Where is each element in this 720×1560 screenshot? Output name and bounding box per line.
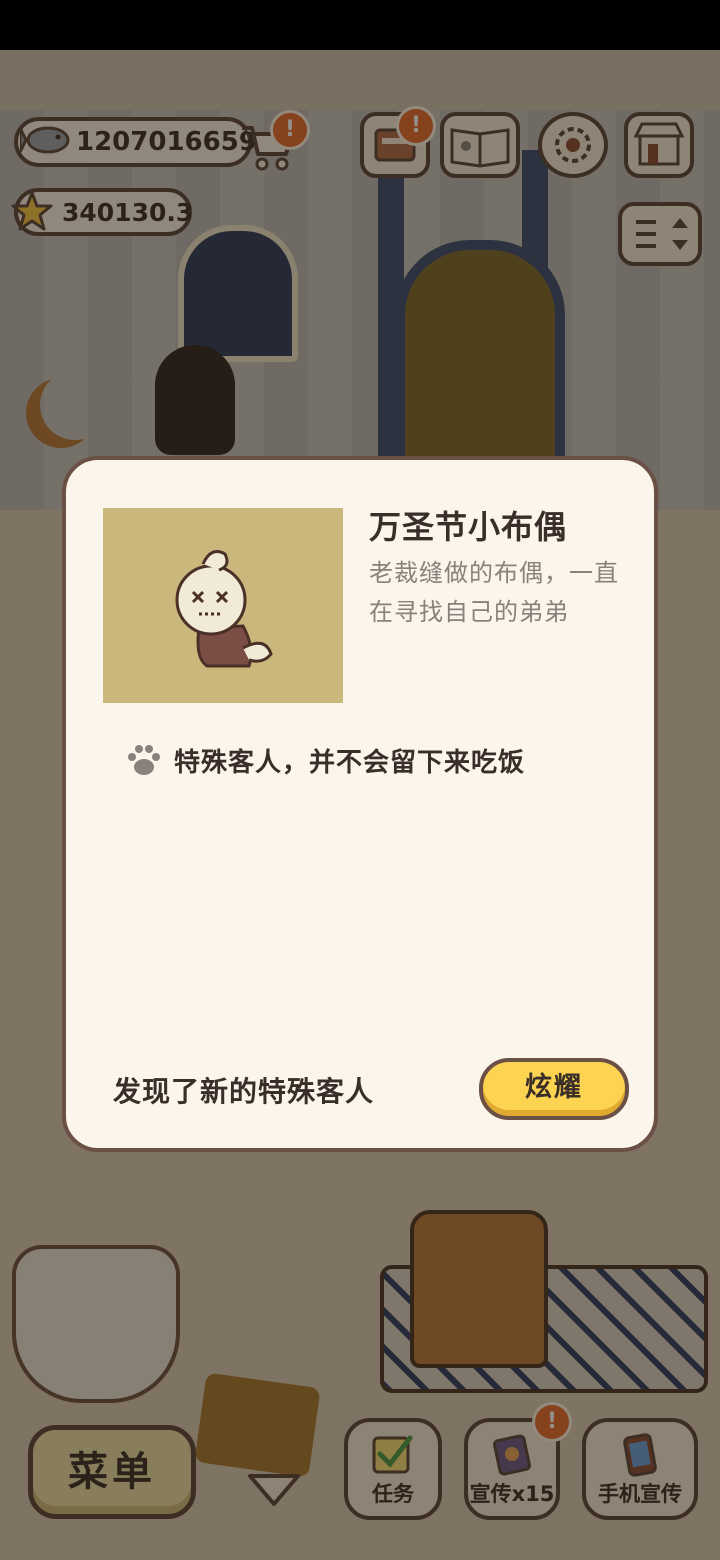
guest-description: 老裁缝做的布偶，一直在寻找自己的弟弟 — [369, 559, 619, 626]
show-off-button[interactable]: 炫耀 — [479, 1058, 629, 1120]
new-guest-dialog: 万圣节小布偶 老裁缝做的布偶，一直在寻找自己的弟弟 特殊客人，并不会留下来吃饭 … — [62, 456, 658, 1152]
paw-icon — [128, 745, 160, 775]
guest-portrait — [103, 508, 343, 703]
guest-trait: 特殊客人，并不会留下来吃饭 — [174, 748, 526, 778]
guest-name: 万圣节小布偶 — [369, 508, 568, 546]
ragdoll-icon — [175, 550, 273, 668]
status-bar — [0, 0, 720, 50]
found-message: 发现了新的特殊客人 — [113, 1075, 375, 1108]
